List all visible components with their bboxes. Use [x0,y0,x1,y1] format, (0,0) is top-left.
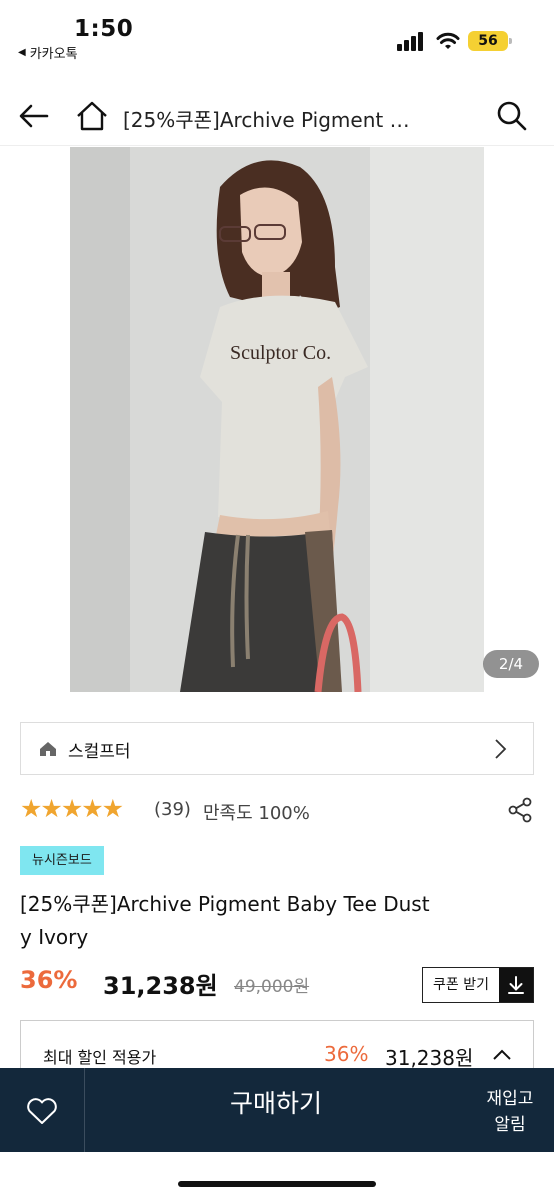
product-image[interactable]: Sculptor Co. [70,147,484,692]
back-app-label: 카카오톡 [29,47,78,62]
home-indicator[interactable] [178,1181,376,1187]
cellular-signal-icon [397,31,427,51]
product-title-line2: y Ivory [20,925,89,949]
chevron-up-icon[interactable] [491,1047,513,1061]
download-icon [499,968,533,1002]
page-title: [25%쿠폰]Archive Pigment … [123,108,410,132]
coupon-label: 쿠폰 받기 [433,977,489,993]
coupon-download-button[interactable]: 쿠폰 받기 [422,967,534,1003]
brand-link[interactable]: 스컬프터 [20,722,534,775]
heart-icon [27,1098,57,1124]
product-title-line1: [25%쿠폰]Archive Pigment Baby Tee Dust [20,892,430,916]
product-title: [25%쿠폰]Archive Pigment Baby Tee Dust y I… [20,888,470,954]
home-icon[interactable] [74,98,110,134]
restock-label-line1: 재입고 [486,1089,534,1109]
restock-label-line2: 알림 [494,1115,526,1135]
restock-alert-button[interactable]: 재입고 알림 [466,1068,554,1152]
rating-stars[interactable]: ★★★★★ [20,796,124,822]
image-counter: 2/4 [483,650,539,678]
max-discount-percent: 36% [324,1042,369,1066]
search-icon[interactable] [494,98,530,134]
share-icon[interactable] [506,796,534,824]
status-time: 1:50 [74,16,134,42]
original-price: 49,000원 [234,977,310,997]
price-row: 36% 31,238원 49,000원 쿠폰 받기 [20,964,534,1004]
back-arrow-icon[interactable] [16,98,52,134]
chevron-right-icon [495,739,507,759]
buy-button[interactable]: 구매하기 [86,1068,466,1152]
max-discount-label: 최대 할인 적용가 [43,1048,157,1067]
wishlist-button[interactable] [0,1068,85,1152]
season-badge: 뉴시즌보드 [20,846,104,875]
shop-home-icon [40,742,56,756]
sale-price: 31,238원 [103,972,218,1000]
max-discount-price: 31,238원 [385,1046,474,1070]
bottom-action-bar: 구매하기 재입고 알림 [0,1068,554,1152]
battery-indicator: 56 [468,31,512,51]
wifi-icon [436,32,460,49]
back-triangle-icon: ◀ [18,47,26,58]
rating-row: ★★★★★ (39) 만족도 100% [20,796,534,824]
review-count[interactable]: (39) [154,799,191,820]
shirt-print-text: Sculptor Co. [230,342,331,364]
nav-bar: [25%쿠폰]Archive Pigment … [0,88,554,146]
brand-name: 스컬프터 [68,742,131,762]
discount-rate: 36% [20,966,78,994]
back-to-app-link[interactable]: ◀ 카카오톡 [18,43,78,62]
satisfaction-rate: 만족도 100% [203,803,310,824]
status-bar: 1:50 ◀ 카카오톡 56 [0,0,554,70]
product-photo-illustration: Sculptor Co. [70,147,484,692]
